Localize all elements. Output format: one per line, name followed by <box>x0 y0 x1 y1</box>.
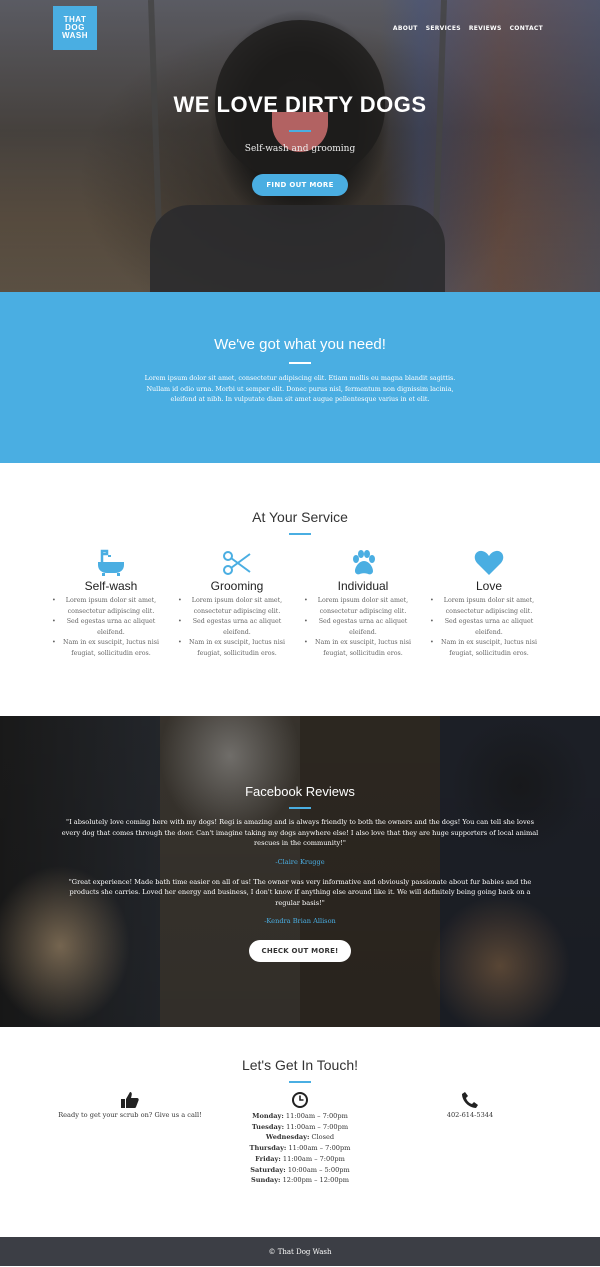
hours-row: Saturday: 10:00am – 5:00pm <box>215 1165 385 1176</box>
hours-row: Sunday: 12:00pm – 12:00pm <box>215 1175 385 1186</box>
list-item: Nam in ex suscipit, luctus nisi feugiat,… <box>304 638 416 659</box>
hours-day: Monday: <box>252 1112 284 1120</box>
contact-phone-column: 402-614-5344 <box>385 1091 555 1186</box>
reviews-section: Facebook Reviews "I absolutely love comi… <box>0 716 600 1027</box>
hours-row: Wednesday: Closed <box>215 1132 385 1143</box>
list-item: Lorem ipsum dolor sit amet, consectetur … <box>430 596 542 617</box>
heart-icon <box>426 549 552 577</box>
main-nav: ABOUT SERVICES REVIEWS CONTACT <box>393 25 543 32</box>
divider <box>289 533 311 535</box>
list-item: Sed egestas urna ac aliquet eleifend. <box>430 617 542 638</box>
divider <box>289 807 311 809</box>
hero-content: WE LOVE DIRTY DOGS Self-wash and groomin… <box>0 92 600 196</box>
reviews-title: Facebook Reviews <box>245 784 355 799</box>
services-section: At Your Service Self-wash Lorem ipsum do… <box>0 463 600 716</box>
clock-icon <box>215 1091 385 1109</box>
hours-time: 11:00am – 7:00pm <box>285 1112 348 1120</box>
service-name: Love <box>475 579 503 593</box>
list-item: Nam in ex suscipit, luctus nisi feugiat,… <box>430 638 542 659</box>
about-section: We've got what you need! Lorem ipsum dol… <box>0 292 600 463</box>
list-item: Lorem ipsum dolor sit amet, consectetur … <box>304 596 416 617</box>
hours-day: Tuesday: <box>251 1122 285 1131</box>
hours-day: Friday: <box>255 1154 281 1163</box>
review-quote: "Great experience! Made bath time easier… <box>68 877 532 907</box>
hours-day: Wednesday: <box>265 1133 310 1142</box>
service-grooming: Grooming Lorem ipsum dolor sit amet, con… <box>174 549 300 659</box>
contact-hours-column: Monday: 11:00am – 7:00pm Tuesday: 11:00a… <box>215 1091 385 1186</box>
hours-day: Sunday: <box>250 1176 281 1185</box>
list-item: Sed egestas urna ac aliquet eleifend. <box>178 617 290 638</box>
check-out-more-button[interactable]: CHECK OUT MORE! <box>248 940 352 962</box>
divider <box>289 130 311 132</box>
hours-time: Closed <box>311 1133 335 1142</box>
service-individual: Individual Lorem ipsum dolor sit amet, c… <box>300 549 426 659</box>
brand-logo-line: WASH <box>62 31 88 40</box>
opening-hours: Monday: 11:00am – 7:00pm Tuesday: 11:00a… <box>215 1111 385 1186</box>
service-self-wash: Self-wash Lorem ipsum dolor sit amet, co… <box>48 549 174 659</box>
hero-subtitle: Self-wash and grooming <box>244 144 356 154</box>
bathtub-icon <box>48 549 174 577</box>
service-name: Individual <box>337 579 389 593</box>
hours-time: 11:00am – 7:00pm <box>286 1122 349 1131</box>
phone-number[interactable]: 402-614-5344 <box>385 1111 555 1119</box>
list-item: Lorem ipsum dolor sit amet, consectetur … <box>52 596 164 617</box>
service-name: Self-wash <box>84 579 138 593</box>
contact-row: Ready to get your scrub on? Give us a ca… <box>0 1091 600 1186</box>
about-title: We've got what you need! <box>214 336 386 353</box>
list-item: Lorem ipsum dolor sit amet, consectetur … <box>178 596 290 617</box>
hours-time: 10:00am – 5:00pm <box>287 1165 350 1174</box>
list-item: Sed egestas urna ac aliquet eleifend. <box>52 617 164 638</box>
hours-day: Thursday: <box>249 1144 287 1153</box>
hours-row: Friday: 11:00am – 7:00pm <box>215 1154 385 1165</box>
call-prompt: Ready to get your scrub on? Give us a ca… <box>58 1111 202 1119</box>
list-item: Nam in ex suscipit, luctus nisi feugiat,… <box>52 638 164 659</box>
hours-time: 11:00am – 7:00pm <box>288 1144 351 1153</box>
hours-row: Tuesday: 11:00am – 7:00pm <box>215 1122 385 1133</box>
divider <box>289 362 311 364</box>
service-bullets: Lorem ipsum dolor sit amet, consectetur … <box>426 596 552 659</box>
nav-services[interactable]: SERVICES <box>426 25 461 32</box>
list-item: Sed egestas urna ac aliquet eleifend. <box>304 617 416 638</box>
service-name: Grooming <box>210 579 264 593</box>
brand-logo[interactable]: THAT DOG WASH <box>53 6 97 50</box>
service-bullets: Lorem ipsum dolor sit amet, consectetur … <box>174 596 300 659</box>
contact-section: Let's Get In Touch! Ready to get your sc… <box>0 1027 600 1237</box>
hero-photo-swing <box>150 205 445 292</box>
review-quote: "I absolutely love coming here with my d… <box>61 818 539 847</box>
nav-about[interactable]: ABOUT <box>393 25 418 32</box>
contact-call-column: Ready to get your scrub on? Give us a ca… <box>45 1091 215 1186</box>
footer: © That Dog Wash <box>0 1237 600 1266</box>
service-love: Love Lorem ipsum dolor sit amet, consect… <box>426 549 552 659</box>
hours-row: Monday: 11:00am – 7:00pm <box>215 1111 385 1122</box>
phone-icon <box>385 1091 555 1109</box>
thumbs-up-icon <box>45 1091 215 1109</box>
nav-contact[interactable]: CONTACT <box>510 25 543 32</box>
hero-title: WE LOVE DIRTY DOGS <box>173 92 427 117</box>
about-body: Lorem ipsum dolor sit amet, consectetur … <box>144 374 456 403</box>
hours-time: 11:00am – 7:00pm <box>282 1154 345 1163</box>
hero-section: THAT DOG WASH ABOUT SERVICES REVIEWS CON… <box>0 0 600 292</box>
review-author: -Kendra Brian Allison <box>264 917 336 925</box>
service-bullets: Lorem ipsum dolor sit amet, consectetur … <box>300 596 426 659</box>
nav-reviews[interactable]: REVIEWS <box>469 25 502 32</box>
services-title: At Your Service <box>252 509 348 525</box>
contact-title: Let's Get In Touch! <box>241 1057 359 1073</box>
paw-icon <box>300 549 426 577</box>
hours-day: Saturday: <box>250 1165 286 1174</box>
copyright: © That Dog Wash <box>268 1247 332 1256</box>
services-row: Self-wash Lorem ipsum dolor sit amet, co… <box>0 549 600 659</box>
review-author: -Claire Krugge <box>275 857 325 866</box>
divider <box>289 1081 311 1083</box>
service-bullets: Lorem ipsum dolor sit amet, consectetur … <box>48 596 174 659</box>
find-out-more-button[interactable]: FIND OUT MORE <box>252 174 348 196</box>
scissors-icon <box>174 549 300 577</box>
hours-row: Thursday: 11:00am – 7:00pm <box>215 1143 385 1154</box>
list-item: Nam in ex suscipit, luctus nisi feugiat,… <box>178 638 290 659</box>
hours-time: 12:00pm – 12:00pm <box>282 1176 350 1185</box>
